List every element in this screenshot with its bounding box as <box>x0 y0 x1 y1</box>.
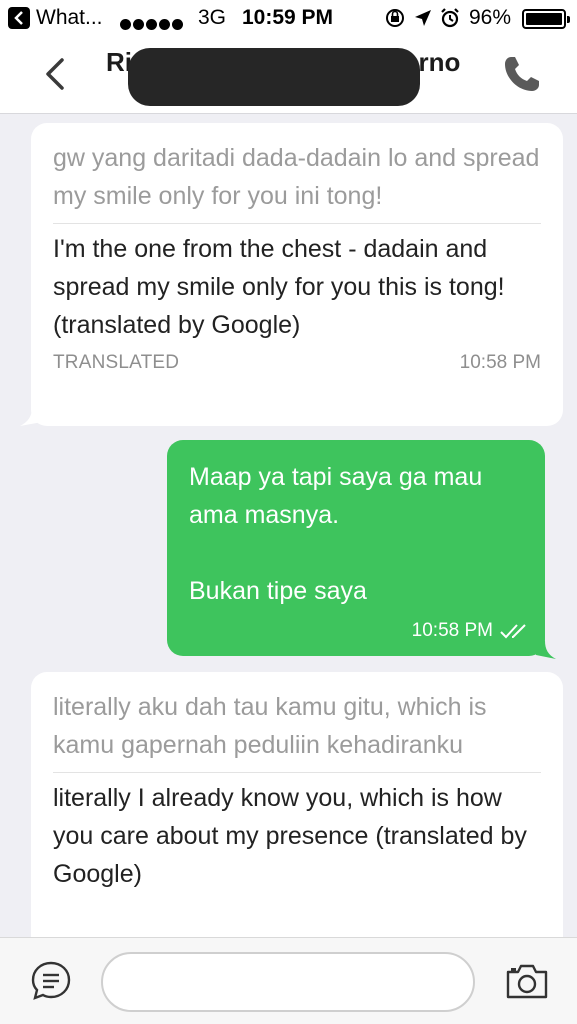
message-input[interactable] <box>101 952 475 1012</box>
bubble-tail-icon <box>536 641 556 659</box>
message-meta: TRANSLATED 10:58 PM <box>53 344 541 382</box>
original-text: gw yang daritadi dada-dadain lo and spre… <box>53 144 540 210</box>
back-to-app-icon[interactable] <box>8 7 30 29</box>
message-text: Maap ya tapi saya ga mau ama masnya. Buk… <box>189 463 483 605</box>
message-meta: 10:58 PM <box>412 620 531 642</box>
message-time: 10:58 PM <box>411 620 493 641</box>
redaction-mark <box>128 48 420 106</box>
back-button[interactable] <box>38 54 72 94</box>
translated-badge: TRANSLATED <box>53 352 180 373</box>
incoming-message[interactable]: literally aku dah tau kamu gitu, which i… <box>31 672 563 937</box>
battery-percent: 96% <box>469 6 512 29</box>
rotation-lock-icon <box>385 8 405 34</box>
double-check-icon <box>500 624 526 639</box>
signal-strength-icon <box>120 12 185 36</box>
camera-button[interactable] <box>504 960 550 1002</box>
camera-icon <box>506 964 548 999</box>
message-list[interactable]: gw yang daritadi dada-dadain lo and spre… <box>0 115 577 937</box>
location-icon <box>414 9 432 33</box>
chat-header: Ri erno <box>0 38 577 114</box>
translated-text: literally I already know you, which is h… <box>53 784 527 888</box>
phone-icon <box>505 57 539 91</box>
incoming-message[interactable]: gw yang daritadi dada-dadain lo and spre… <box>31 123 563 426</box>
back-to-app-label[interactable]: What... <box>36 6 103 30</box>
original-text: literally aku dah tau kamu gitu, which i… <box>53 693 487 759</box>
battery-icon <box>522 9 570 29</box>
translated-text: I'm the one from the chest - dadain and … <box>53 235 505 339</box>
network-type: 3G <box>198 6 227 29</box>
alarm-icon <box>440 8 460 34</box>
composer-bar <box>0 937 577 1024</box>
clock: 10:59 PM <box>242 6 334 29</box>
chevron-left-icon <box>46 58 64 90</box>
divider <box>53 223 541 224</box>
bubble-tail-icon <box>20 408 42 426</box>
status-bar: What... 3G 10:59 PM 96% <box>0 0 577 38</box>
divider <box>53 772 541 773</box>
message-time: 10:58 PM <box>459 352 541 373</box>
call-button[interactable] <box>500 52 544 96</box>
chat-bubble-icon[interactable] <box>30 960 72 1002</box>
outgoing-message[interactable]: Maap ya tapi saya ga mau ama masnya. Buk… <box>167 440 545 656</box>
